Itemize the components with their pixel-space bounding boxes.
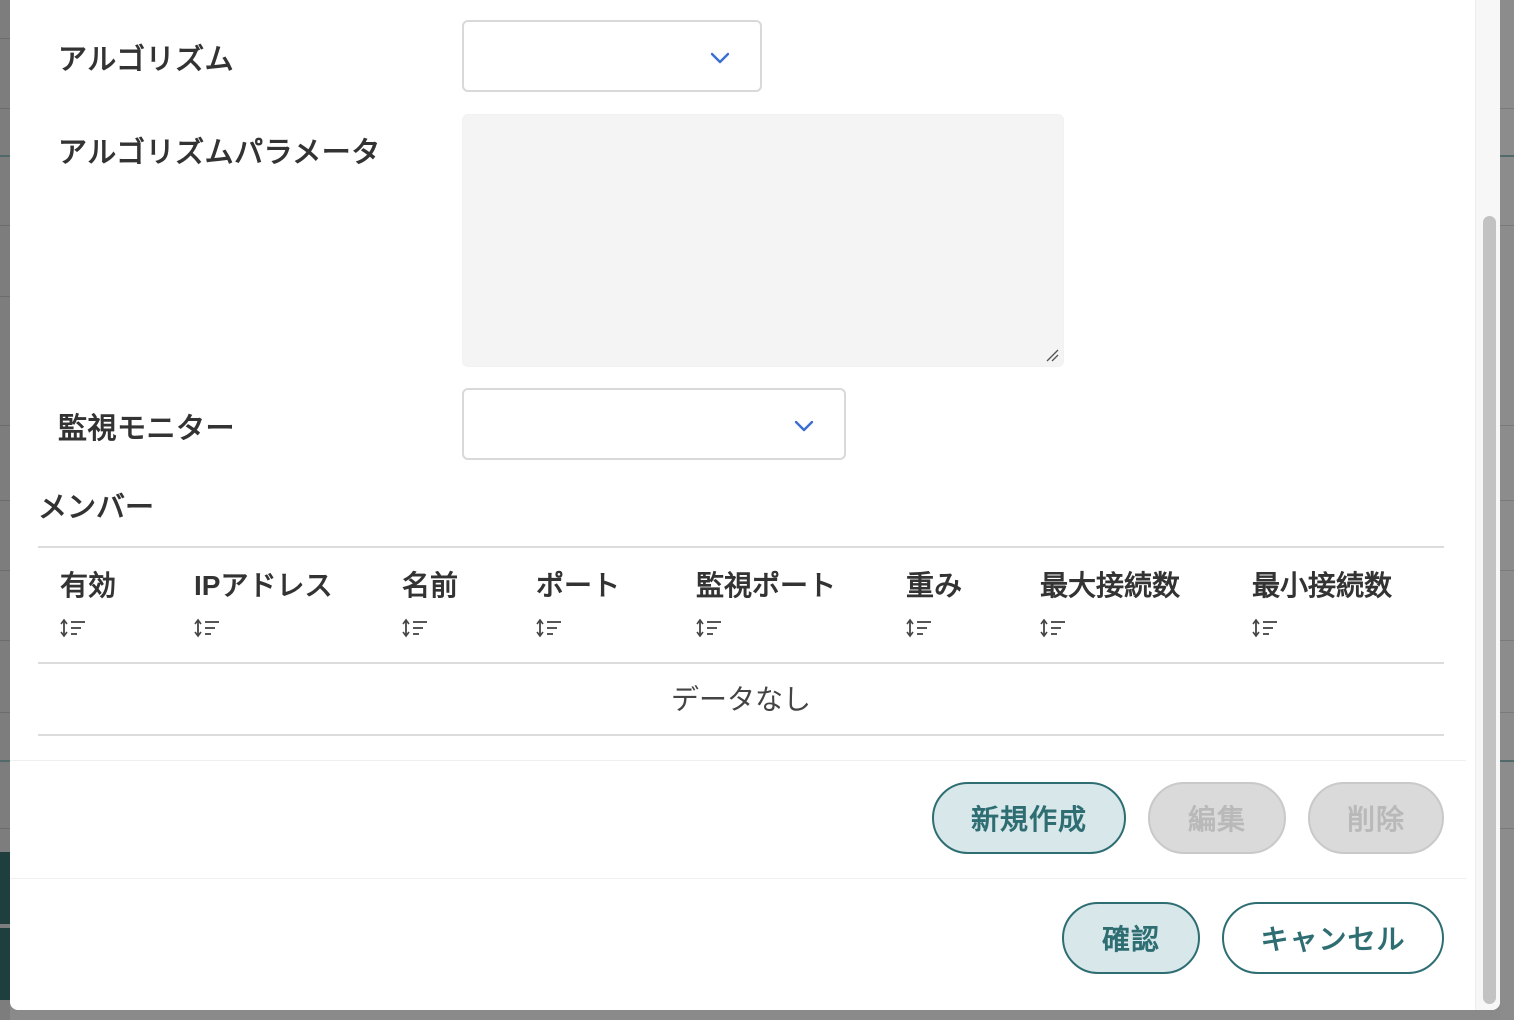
algorithm-select[interactable] bbox=[462, 20, 762, 92]
backdrop-divider bbox=[1500, 640, 1514, 641]
backdrop-divider bbox=[1500, 108, 1514, 109]
table-top-border bbox=[38, 546, 1444, 548]
sort-icon[interactable] bbox=[1252, 618, 1278, 638]
backdrop-divider bbox=[1500, 570, 1514, 571]
algorithm-params-textarea[interactable] bbox=[462, 114, 1064, 367]
column-header-port[interactable]: ポート bbox=[536, 564, 620, 638]
algorithm-params-label: アルゴリズムパラメータ bbox=[58, 137, 381, 169]
backdrop-divider bbox=[0, 760, 10, 762]
table-bottom-border bbox=[38, 734, 1444, 736]
confirm-button[interactable]: 確認 bbox=[1062, 902, 1200, 974]
backdrop-divider bbox=[1500, 760, 1514, 762]
backdrop-divider bbox=[0, 225, 10, 226]
column-header-name[interactable]: 名前 bbox=[402, 564, 458, 638]
monitor-label: 監視モニター bbox=[58, 413, 236, 445]
backdrop-divider bbox=[0, 570, 10, 571]
column-header-label: IPアドレス bbox=[194, 570, 333, 601]
backdrop-divider bbox=[1500, 500, 1514, 501]
backdrop-divider bbox=[0, 640, 10, 641]
create-member-button[interactable]: 新規作成 bbox=[932, 782, 1126, 854]
column-header-label: 重み bbox=[906, 570, 963, 601]
column-header-label: 最大接続数 bbox=[1040, 570, 1181, 601]
column-header-label: ポート bbox=[536, 570, 621, 601]
column-header-min-connections[interactable]: 最小接続数 bbox=[1252, 564, 1392, 638]
sort-icon[interactable] bbox=[536, 618, 562, 638]
delete-member-button[interactable]: 削除 bbox=[1308, 782, 1444, 854]
backdrop-divider bbox=[1500, 225, 1514, 226]
backdrop-divider bbox=[0, 38, 10, 39]
chevron-down-icon bbox=[710, 52, 730, 64]
backdrop-divider bbox=[0, 712, 10, 713]
sort-icon[interactable] bbox=[60, 618, 86, 638]
sort-icon[interactable] bbox=[194, 618, 220, 638]
algorithm-label: アルゴリズム bbox=[58, 44, 235, 76]
backdrop-divider bbox=[1500, 155, 1514, 157]
sort-icon[interactable] bbox=[402, 618, 428, 638]
column-header-max-connections[interactable]: 最大接続数 bbox=[1040, 564, 1180, 638]
backdrop-dark-bar bbox=[0, 852, 10, 924]
column-header-weight[interactable]: 重み bbox=[906, 564, 962, 638]
backdrop-divider bbox=[0, 500, 10, 501]
backdrop-divider bbox=[0, 296, 10, 297]
cancel-button[interactable]: キャンセル bbox=[1222, 902, 1444, 974]
backdrop-divider bbox=[1500, 712, 1514, 713]
table-header-border bbox=[38, 662, 1444, 664]
column-header-label: 有効 bbox=[60, 570, 117, 601]
backdrop-divider bbox=[0, 828, 10, 829]
column-header-enabled[interactable]: 有効 bbox=[60, 564, 116, 638]
sort-icon[interactable] bbox=[696, 618, 722, 638]
column-header-monitor-port[interactable]: 監視ポート bbox=[696, 564, 836, 638]
members-section-title: メンバー bbox=[38, 492, 155, 524]
column-header-ip-address[interactable]: IPアドレス bbox=[194, 564, 332, 638]
divider bbox=[10, 760, 1466, 761]
edit-member-button[interactable]: 編集 bbox=[1148, 782, 1286, 854]
backdrop-divider bbox=[0, 155, 10, 157]
chevron-down-icon bbox=[794, 420, 814, 432]
column-header-label: 名前 bbox=[402, 570, 459, 601]
backdrop-left-strip bbox=[0, 0, 10, 1020]
table-empty-message: データなし bbox=[670, 684, 811, 715]
divider bbox=[10, 878, 1466, 879]
backdrop-dark-bar bbox=[0, 928, 10, 1000]
backdrop-divider bbox=[1500, 425, 1514, 426]
resize-handle-icon[interactable] bbox=[1045, 348, 1059, 362]
pool-edit-dialog: アルゴリズム アルゴリズムパラメータ 監視モニター メンバー 有効 IPアドレス… bbox=[10, 0, 1500, 1010]
backdrop-right-strip bbox=[1500, 0, 1514, 1020]
sort-icon[interactable] bbox=[906, 618, 932, 638]
scrollbar-thumb[interactable] bbox=[1483, 216, 1496, 1004]
column-header-label: 監視ポート bbox=[696, 570, 837, 601]
backdrop-divider bbox=[0, 425, 10, 426]
column-header-label: 最小接続数 bbox=[1252, 570, 1393, 601]
monitor-select[interactable] bbox=[462, 388, 846, 460]
backdrop-divider bbox=[1500, 828, 1514, 829]
sort-icon[interactable] bbox=[1040, 618, 1066, 638]
backdrop-divider bbox=[0, 108, 10, 109]
